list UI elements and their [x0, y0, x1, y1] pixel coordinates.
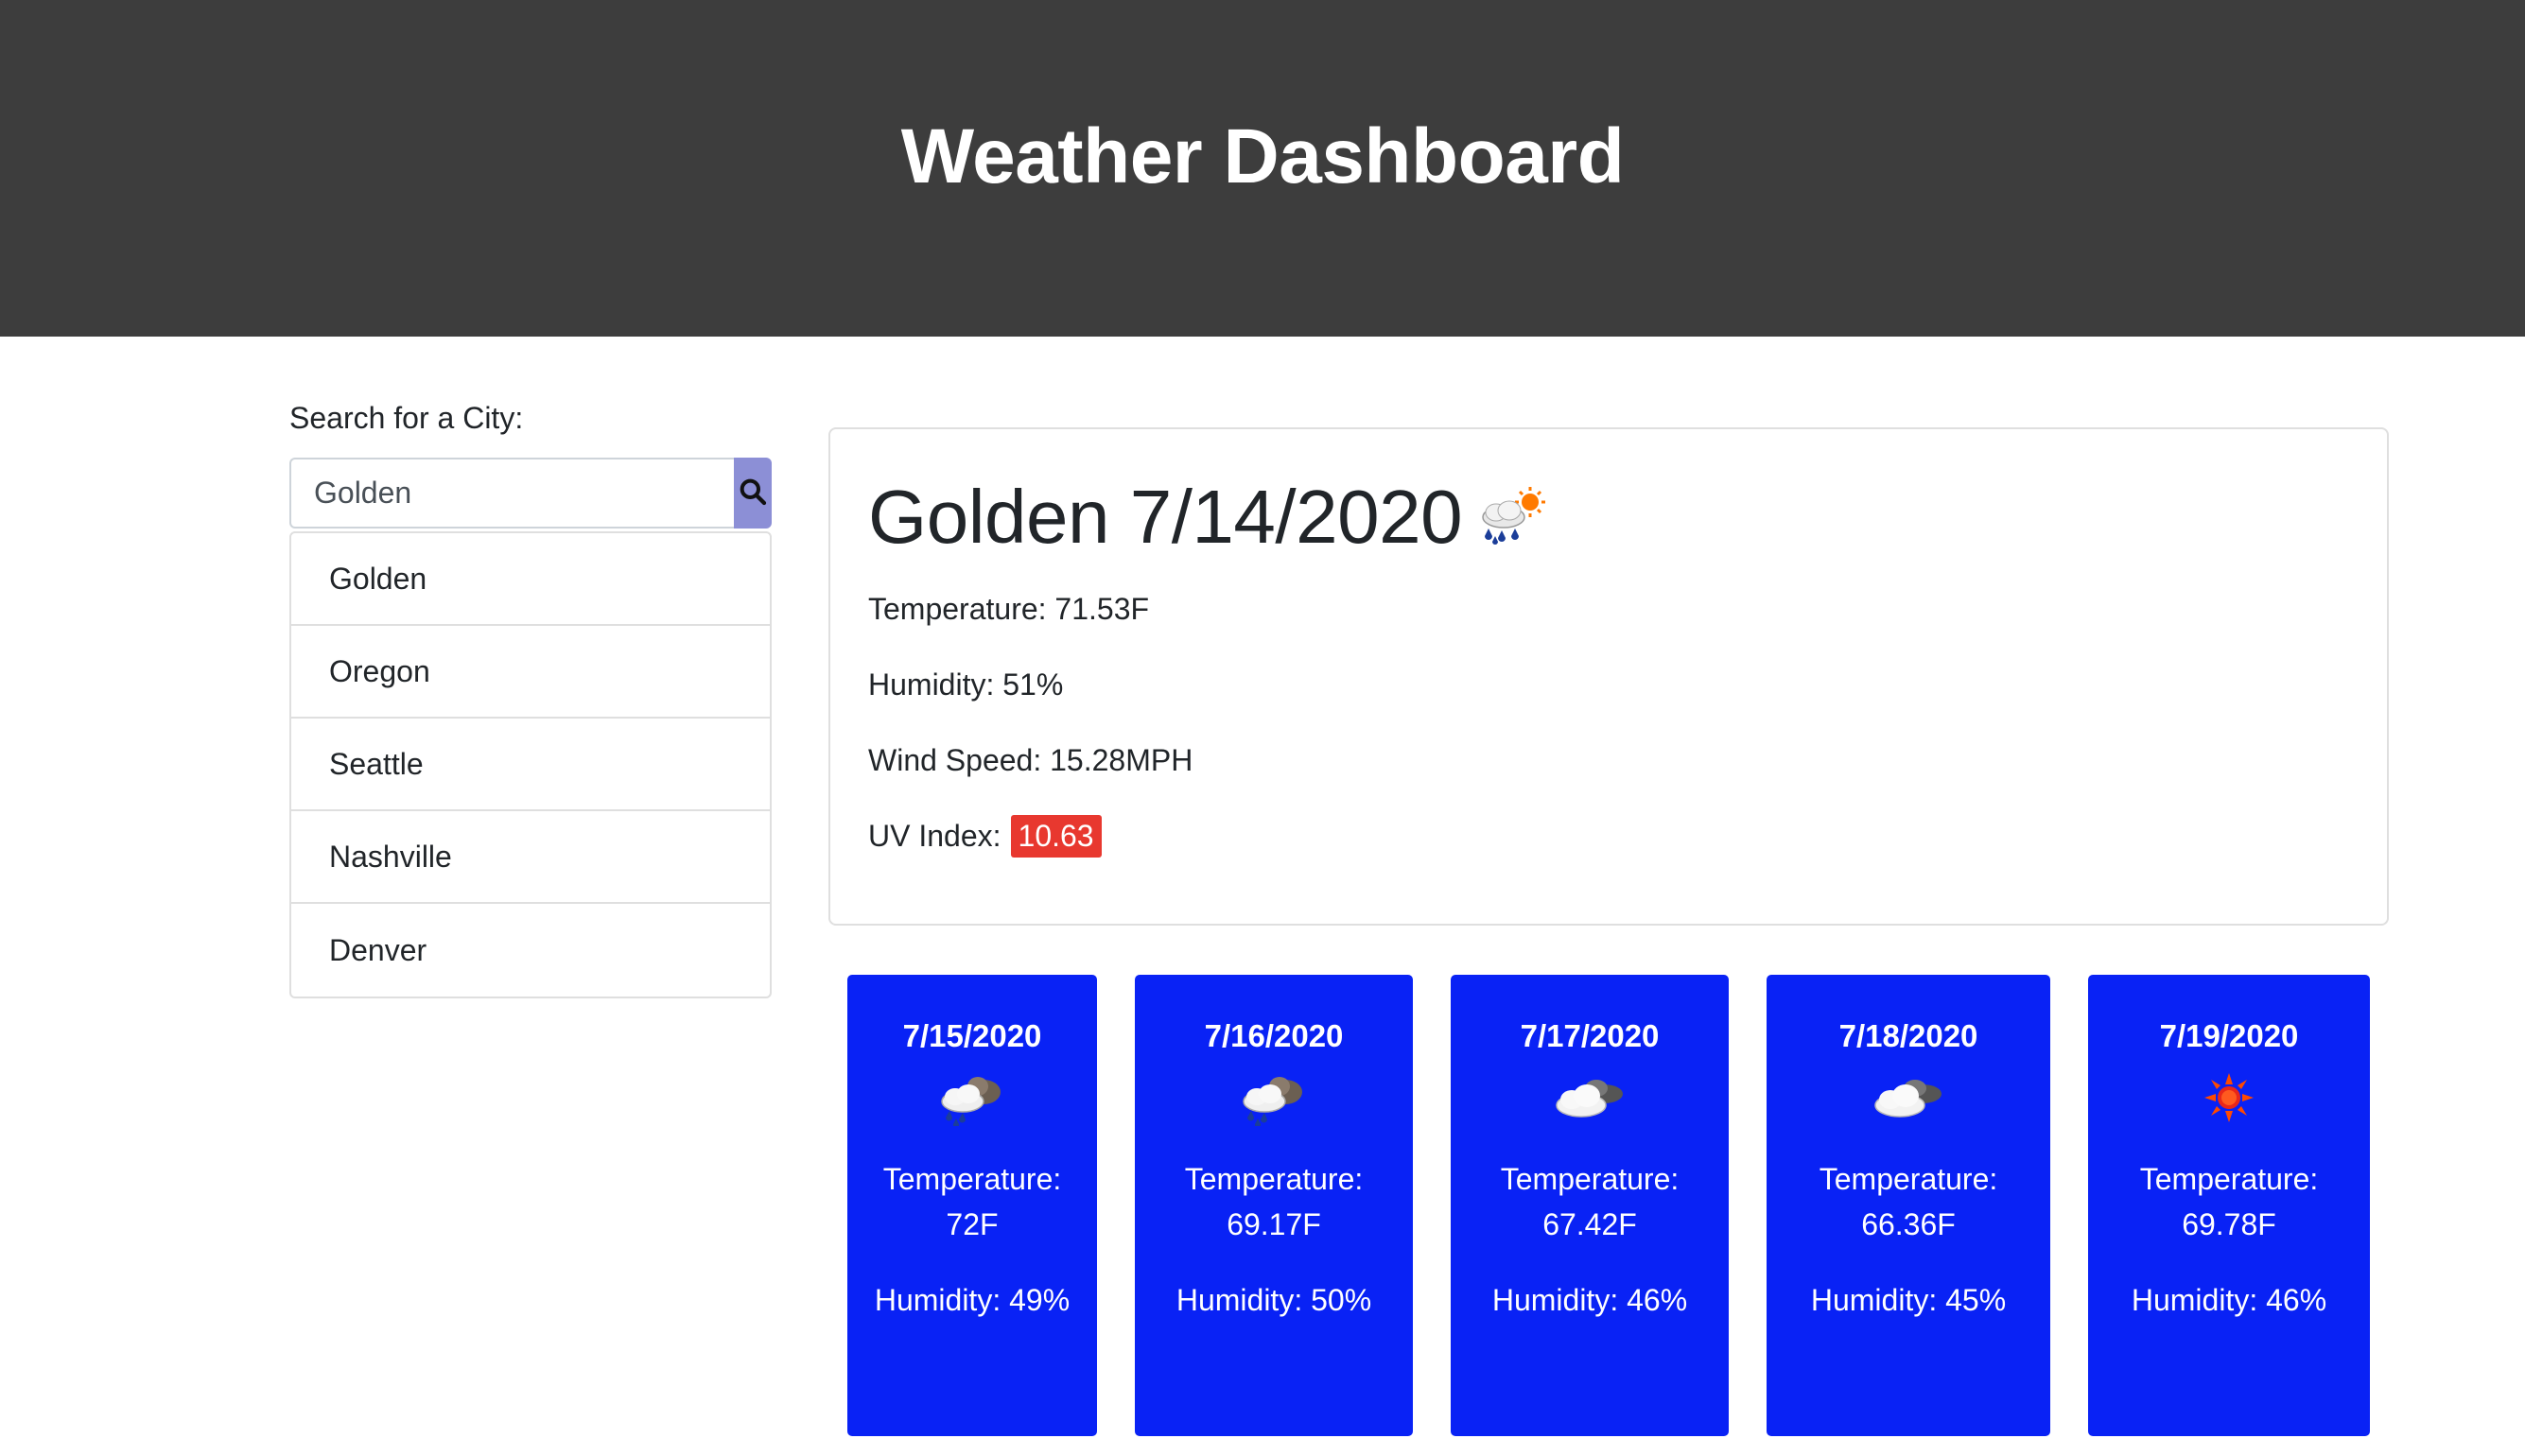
- city-history-list: Golden Oregon Seattle Nashville Denver: [289, 531, 772, 998]
- forecast-temperature: Temperature: 66.36F: [1819, 1162, 1998, 1241]
- forecast-card: 7/18/2020 Temperature: 66.36F Humidity: …: [1767, 975, 2050, 1436]
- sun-icon: [2088, 1069, 2370, 1126]
- forecast-humidity: Humidity: 45%: [1810, 1283, 2007, 1317]
- rain-sun-icon: [1475, 477, 1551, 563]
- forecast-date: 7/16/2020: [1204, 1018, 1344, 1053]
- current-title: Golden 7/14/2020: [868, 471, 1551, 563]
- search-button[interactable]: [734, 458, 772, 529]
- rain-cloud-icon: [847, 1069, 1097, 1126]
- cloud-icon: [1767, 1069, 2050, 1126]
- current-uv-index: UV Index: 10.63: [868, 815, 1102, 858]
- current-weather-card: Golden 7/14/2020 Temperature: 71.53F Hum…: [828, 427, 2389, 926]
- page-header: Weather Dashboard: [0, 0, 2525, 337]
- search-icon: [738, 477, 768, 510]
- uv-label: UV Index:: [868, 819, 1001, 853]
- forecast-humidity: Humidity: 46%: [2131, 1283, 2327, 1317]
- forecast-humidity: Humidity: 46%: [1491, 1283, 1688, 1317]
- forecast-date: 7/19/2020: [2159, 1018, 2299, 1053]
- forecast-date: 7/15/2020: [902, 1018, 1042, 1053]
- city-item-denver[interactable]: Denver: [291, 904, 770, 997]
- search-group: [289, 458, 772, 529]
- forecast-card: 7/19/2020 Temperature: 69.78F Humidity: …: [2088, 975, 2370, 1436]
- forecast-temperature: Temperature: 69.78F: [2139, 1162, 2319, 1241]
- current-city-date: Golden 7/14/2020: [868, 475, 1463, 559]
- city-item-golden[interactable]: Golden: [291, 533, 770, 626]
- forecast-temperature: Temperature: 67.42F: [1500, 1162, 1680, 1241]
- forecast-temperature: Temperature: 69.17F: [1184, 1162, 1364, 1241]
- current-temperature: Temperature: 71.53F: [868, 592, 1150, 626]
- city-item-oregon[interactable]: Oregon: [291, 626, 770, 719]
- search-label: Search for a City:: [289, 401, 524, 435]
- forecast-card: 7/16/2020 Temperature: 69.17F Humidity: …: [1135, 975, 1413, 1436]
- forecast-humidity: Humidity: 50%: [1175, 1283, 1372, 1317]
- forecast-card: 7/15/2020 Temperature: 72F Humidity: 49%: [847, 975, 1097, 1436]
- current-wind-speed: Wind Speed: 15.28MPH: [868, 743, 1193, 777]
- cloud-icon: [1451, 1069, 1729, 1126]
- forecast-card: 7/17/2020 Temperature: 67.42F Humidity: …: [1451, 975, 1729, 1436]
- forecast-date: 7/17/2020: [1520, 1018, 1660, 1053]
- city-item-seattle[interactable]: Seattle: [291, 719, 770, 811]
- forecast-temperature: Temperature: 72F: [882, 1162, 1062, 1241]
- rain-cloud-icon: [1135, 1069, 1413, 1126]
- current-humidity: Humidity: 51%: [868, 667, 1064, 702]
- forecast-date: 7/18/2020: [1838, 1018, 1978, 1053]
- uv-badge: 10.63: [1010, 815, 1102, 858]
- forecast-humidity: Humidity: 49%: [874, 1283, 1071, 1317]
- city-search-input[interactable]: [289, 458, 734, 529]
- page-title: Weather Dashboard: [900, 113, 1625, 199]
- city-item-nashville[interactable]: Nashville: [291, 811, 770, 904]
